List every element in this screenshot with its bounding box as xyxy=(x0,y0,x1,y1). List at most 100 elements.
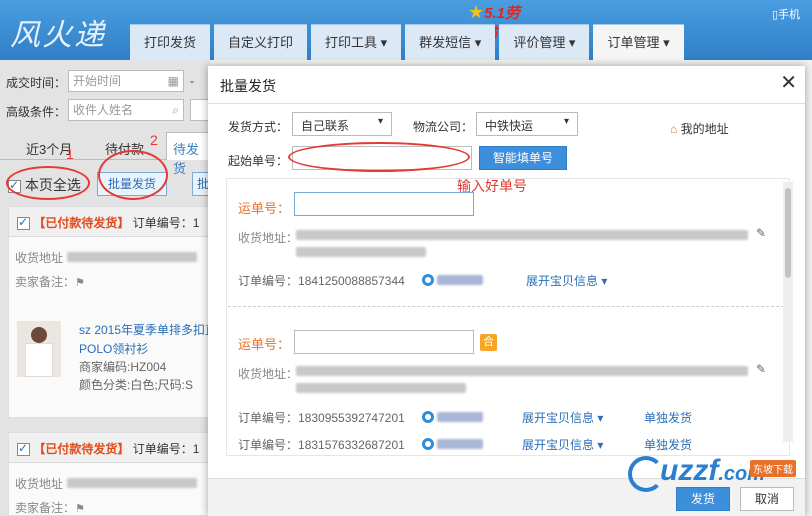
buyer-chat[interactable] xyxy=(422,436,484,450)
dialog-title: 批量发货 xyxy=(208,66,805,104)
buyer-chat[interactable] xyxy=(422,409,484,423)
mobile-link[interactable]: ▯手机 xyxy=(772,6,800,22)
chevron-down-icon: ▾ xyxy=(377,116,383,127)
app-header: 风火递 ★5.1劳动节 ▯手机 打印发货 自定义打印 打印工具 ▾ 群发短信 ▾… xyxy=(0,0,812,60)
chevron-down-icon: ▾ xyxy=(563,116,569,127)
tab-reviews[interactable]: 评价管理 ▾ xyxy=(499,24,590,60)
address-blur xyxy=(67,475,197,489)
edit-icon[interactable]: ✎ xyxy=(756,226,766,240)
annotation-circle-1 xyxy=(6,166,90,200)
product-title[interactable]: sz 2015年夏季单排多扣直 xyxy=(79,321,217,338)
watermark-logo xyxy=(628,456,664,492)
home-icon: ⌂ xyxy=(670,122,678,136)
order-no-row: 订单编号：1831576332687201 xyxy=(238,436,405,453)
buyer-name-blur xyxy=(437,274,484,285)
tab-sms[interactable]: 群发短信 ▾ xyxy=(405,24,496,60)
tab-print-ship[interactable]: 打印发货 xyxy=(130,24,211,60)
receiver-input[interactable]: 收件人姓名 ⌕ xyxy=(68,99,184,121)
order-no-row: 订单编号：1830955392747201 xyxy=(238,409,405,426)
order-no-value: 1831576332687201 xyxy=(298,438,405,452)
buyer-name-blur xyxy=(437,438,484,449)
range-sep: - xyxy=(190,74,194,88)
app-logo: 风火递 xyxy=(10,18,106,53)
flag-icon[interactable]: ⚑ xyxy=(75,277,85,289)
waybill-label: 运单号： xyxy=(238,337,291,352)
order-number-label: 订单编号：1 xyxy=(132,216,200,230)
advanced-label: 高级条件： xyxy=(6,105,67,119)
start-time-input[interactable]: 开始时间 ▦ xyxy=(68,70,184,92)
address-blur-bar xyxy=(296,229,748,240)
address-blur-2 xyxy=(296,380,466,394)
order-card-header: 【已付款待发货】 订单编号：1 xyxy=(9,207,209,237)
tab-print-tools[interactable]: 打印工具 ▾ xyxy=(311,24,402,60)
order-no-label: 订单编号： xyxy=(238,411,299,425)
chat-icon xyxy=(422,273,434,286)
order-card: 【已付款待发货】 订单编号：1 收货地址 卖家备注：⚑ xyxy=(8,432,210,516)
single-ship-link[interactable]: 单独发货 xyxy=(644,436,692,453)
bulk-ship-dialog: 批量发货 ✕ 发货方式： 自己联系 ▾ 物流公司： 中铁快运 ▾ ⌂ 我的地址 起始… xyxy=(208,66,805,516)
buyer-chat[interactable] xyxy=(422,272,484,286)
product-subtitle[interactable]: POLO领衬衫 xyxy=(79,340,148,357)
address-blur-bar xyxy=(67,251,197,262)
logistics-label: 物流公司： xyxy=(413,120,474,134)
flag-icon[interactable]: ⚑ xyxy=(75,503,85,515)
order-checkbox[interactable] xyxy=(17,441,30,457)
ship-method-value: 自己联系 xyxy=(301,119,350,133)
logistics-value: 中铁快运 xyxy=(485,119,534,133)
watermark-badge: 东坡下载 xyxy=(750,460,796,477)
expand-items-link[interactable]: 展开宝贝信息 ▾ xyxy=(522,436,603,453)
order-status: 【已付款待发货】 xyxy=(33,216,130,230)
order-no-label: 订单编号： xyxy=(238,274,299,288)
logistics-select[interactable]: 中铁快运 ▾ xyxy=(476,112,578,136)
calendar-icon[interactable]: ▦ xyxy=(168,71,179,91)
star-icon: ★ xyxy=(468,2,485,22)
tab-custom-print[interactable]: 自定义打印 xyxy=(214,24,308,60)
address-blur xyxy=(67,249,197,263)
order-card-header: 【已付款待发货】 订单编号：1 xyxy=(9,433,209,463)
subtab-to-ship[interactable]: 待发货 xyxy=(166,132,212,176)
single-ship-link[interactable]: 单独发货 xyxy=(644,409,692,426)
order-no-value: 1841250088857344 xyxy=(298,274,405,288)
search-icon[interactable]: ⌕ xyxy=(172,100,179,120)
order-address-label: 收货地址 xyxy=(15,251,64,265)
order-address-label: 收货地址 xyxy=(15,477,64,491)
edit-icon[interactable]: ✎ xyxy=(756,362,766,376)
close-icon[interactable]: ✕ xyxy=(780,70,797,95)
site-watermark: uzzf.com 东坡下载 xyxy=(628,452,812,516)
waybill-label: 运单号： xyxy=(238,201,291,216)
waybill-input[interactable] xyxy=(294,330,474,354)
remark-label-text: 卖家备注： xyxy=(15,501,76,515)
main-nav: 打印发货 自定义打印 打印工具 ▾ 群发短信 ▾ 评价管理 ▾ 订单管理 ▾ xyxy=(130,24,688,60)
ship-method-select[interactable]: 自己联系 ▾ xyxy=(292,112,392,136)
annotation-circle-input xyxy=(288,142,470,172)
order-number-label: 订单编号：1 xyxy=(132,442,200,456)
my-address-link[interactable]: ⌂ 我的地址 xyxy=(670,120,729,137)
addr-label: 收货地址： xyxy=(238,231,299,245)
merge-button[interactable]: 合 xyxy=(480,334,497,351)
list-scrollbar-thumb[interactable] xyxy=(785,188,791,278)
start-no-label: 起始单号： xyxy=(228,154,289,168)
address-blur xyxy=(296,227,748,241)
order-status: 【已付款待发货】 xyxy=(33,442,130,456)
watermark-name: uzzf xyxy=(660,454,719,487)
receiver-placeholder: 收件人姓名 xyxy=(73,103,134,117)
expand-items-link[interactable]: 展开宝贝信息 ▾ xyxy=(526,272,607,289)
order-checkbox[interactable] xyxy=(17,215,30,231)
address-blur-bar xyxy=(67,477,197,488)
product-thumbnail[interactable] xyxy=(17,321,61,377)
address-blur-bar xyxy=(296,246,426,257)
deal-time-label: 成交时间： xyxy=(6,76,67,90)
buyer-name-blur xyxy=(437,411,484,422)
address-blur xyxy=(296,363,748,377)
annotation-circle-2 xyxy=(98,150,168,200)
advanced-extra-input[interactable] xyxy=(190,99,210,121)
order-remark-label: 卖家备注：⚑ xyxy=(15,273,85,290)
address-blur-2 xyxy=(296,244,426,258)
smart-fill-button[interactable]: 智能填单号 xyxy=(479,146,567,170)
tab-orders[interactable]: 订单管理 ▾ xyxy=(593,24,684,60)
order-card: 【已付款待发货】 订单编号：1 收货地址 卖家备注：⚑ sz 2015年夏季单排… xyxy=(8,206,217,418)
expand-items-link[interactable]: 展开宝贝信息 ▾ xyxy=(522,409,603,426)
addr-label: 收货地址： xyxy=(238,367,299,381)
waybill-input[interactable] xyxy=(294,192,474,216)
annotation-number-1: 1 xyxy=(66,146,74,162)
